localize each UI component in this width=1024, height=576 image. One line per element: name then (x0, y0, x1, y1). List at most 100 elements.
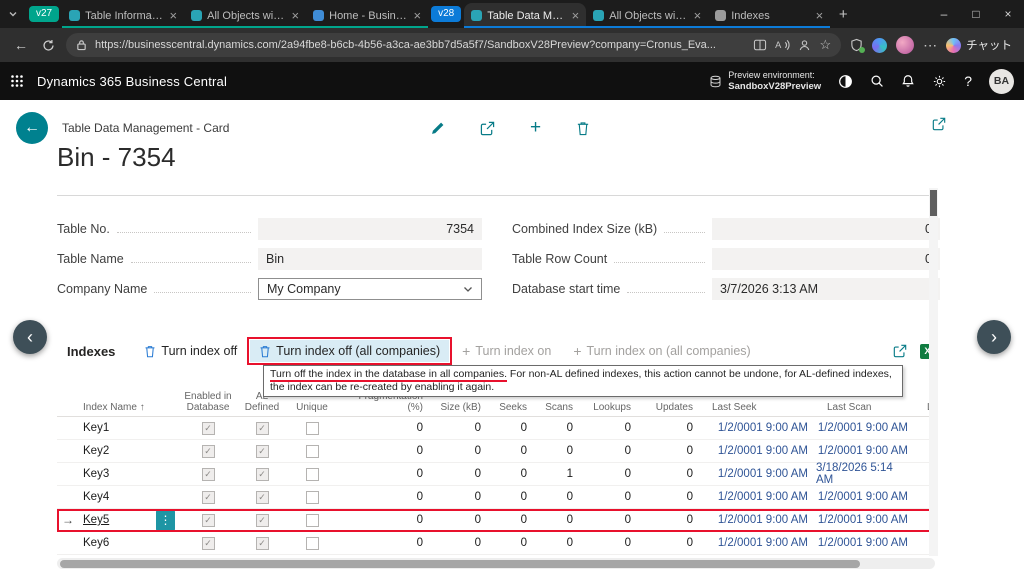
cell-fragmentation[interactable]: 0 (337, 440, 427, 462)
cell-enabled[interactable]: ✓ (179, 417, 237, 439)
tab-close-icon[interactable]: × (292, 8, 300, 23)
extension-icon[interactable] (872, 38, 887, 53)
settings-gear-icon[interactable] (932, 74, 947, 89)
user-avatar[interactable]: BA (989, 69, 1014, 94)
field-value-table_no[interactable]: 7354 (258, 218, 482, 240)
search-icon[interactable] (870, 74, 884, 88)
cell-al_defined[interactable]: ✓ (237, 463, 287, 485)
breadcrumb[interactable]: Table Data Management - Card (62, 121, 229, 135)
cell-seeks[interactable]: 0 (485, 532, 531, 554)
open-in-new-window-icon[interactable] (932, 117, 946, 131)
cell-seeks[interactable]: 0 (485, 509, 531, 531)
cell-last_scan[interactable]: 1/2/0001 9:00 AM (812, 486, 912, 508)
cell-lookups[interactable]: 0 (577, 463, 635, 485)
cell-updates[interactable]: 0 (635, 417, 697, 439)
cell-al_defined[interactable]: ✓ (237, 532, 287, 554)
tab-close-icon[interactable]: × (572, 8, 580, 23)
copilot-toggle-icon[interactable] (838, 74, 853, 89)
tab-group-badge[interactable]: v27 (29, 6, 59, 22)
app-title[interactable]: Dynamics 365 Business Central (37, 74, 227, 89)
tab-close-icon[interactable]: × (816, 8, 824, 23)
field-value-combined_index_size[interactable]: 0 (712, 218, 940, 240)
minimize-button[interactable]: – (928, 0, 960, 28)
close-button[interactable]: × (992, 0, 1024, 28)
row-context-menu-button[interactable]: ⋮ (156, 510, 175, 531)
column-header-scans[interactable]: Scans (531, 402, 577, 413)
page-back-button[interactable]: ← (16, 112, 48, 144)
cell-unique[interactable] (287, 532, 337, 554)
cell-size_kb[interactable]: 0 (427, 486, 485, 508)
action-turn-index-off[interactable]: Turn index off (135, 340, 246, 362)
cell-enabled[interactable]: ✓ (179, 486, 237, 508)
cell-enabled[interactable]: ✓ (179, 532, 237, 554)
table-row-key4[interactable]: Key4✓✓0000001/2/0001 9:00 AM1/2/0001 9:0… (57, 486, 935, 509)
table-row-key1[interactable]: Key1✓✓0000001/2/0001 9:00 AM1/2/0001 9:0… (57, 417, 935, 440)
table-row-key3[interactable]: Key3✓✓0001001/2/0001 9:00 AM3/18/2026 5:… (57, 463, 935, 486)
cell-name[interactable]: Key2 (79, 440, 179, 462)
cell-last_scan[interactable]: 1/2/0001 9:00 AM (812, 532, 912, 554)
action-turn-index-off-all-companies[interactable]: Turn index off (all companies) (250, 340, 449, 362)
delete-trash-icon[interactable] (576, 117, 590, 139)
profile-in-url-icon[interactable] (798, 39, 811, 52)
tab-close-icon[interactable]: × (694, 8, 702, 23)
cell-scans[interactable]: 0 (531, 486, 577, 508)
cell-seeks[interactable]: 0 (485, 417, 531, 439)
cell-unique[interactable] (287, 509, 337, 531)
browser-tab-table-information[interactable]: Table Information× (62, 3, 184, 28)
horizontal-scrollbar-thumb[interactable] (60, 560, 860, 568)
cell-scans[interactable]: 0 (531, 532, 577, 554)
cell-name[interactable]: Key6 (79, 532, 179, 554)
help-button[interactable]: ? (964, 73, 972, 89)
cell-size_kb[interactable]: 0 (427, 509, 485, 531)
cell-seeks[interactable]: 0 (485, 463, 531, 485)
tab-group-badge[interactable]: v28 (431, 6, 461, 22)
cell-scans[interactable]: 0 (531, 440, 577, 462)
cell-al_defined[interactable]: ✓ (237, 486, 287, 508)
environment-badge[interactable]: Preview environment:SandboxV28Preview (709, 70, 821, 92)
cell-last_seek[interactable]: 1/2/0001 9:00 AM (697, 486, 812, 508)
cell-size_kb[interactable]: 0 (427, 463, 485, 485)
column-header-enabled[interactable]: Enabled in Database (179, 391, 237, 413)
refresh-button[interactable] (39, 39, 57, 52)
cell-last_scan[interactable]: 1/2/0001 9:00 AM (812, 417, 912, 439)
cell-enabled[interactable]: ✓ (179, 440, 237, 462)
address-bar[interactable]: https://businesscentral.dynamics.com/2a9… (66, 33, 841, 57)
cell-name[interactable]: Key5⋮ (79, 509, 179, 531)
waffle-menu-icon[interactable] (10, 74, 24, 88)
column-header-updates[interactable]: Updates (635, 402, 697, 413)
field-value-table_row_count[interactable]: 0 (712, 248, 940, 270)
vertical-scrollbar-thumb[interactable] (930, 190, 937, 216)
vertical-scrollbar[interactable] (929, 188, 938, 556)
cell-scans[interactable]: 0 (531, 417, 577, 439)
column-header-name[interactable]: Index Name ↑ (79, 402, 179, 413)
browser-back-button[interactable]: ← (12, 37, 30, 53)
next-record-button[interactable]: › (977, 320, 1011, 354)
browser-tab-indexes[interactable]: Indexes× (708, 3, 830, 28)
cell-last_seek[interactable]: 1/2/0001 9:00 AM (697, 509, 812, 531)
new-tab-button[interactable]: + (830, 6, 856, 23)
column-header-last_seek[interactable]: Last Seek (697, 402, 812, 413)
table-row-key5[interactable]: →Key5⋮✓✓0000001/2/0001 9:00 AM1/2/0001 9… (57, 509, 935, 532)
horizontal-scrollbar[interactable] (57, 558, 935, 569)
cell-fragmentation[interactable]: 0 (337, 532, 427, 554)
cell-al_defined[interactable]: ✓ (237, 509, 287, 531)
favorites-star-icon[interactable]: ☆ (819, 37, 831, 53)
action-turn-index-on-all-companies[interactable]: +Turn index on (all companies) (564, 340, 759, 362)
action-turn-index-on[interactable]: +Turn index on (453, 340, 560, 362)
cell-fragmentation[interactable]: 0 (337, 463, 427, 485)
cell-lookups[interactable]: 0 (577, 486, 635, 508)
cell-unique[interactable] (287, 417, 337, 439)
browser-tab-all-objects-with-ca[interactable]: All Objects with Ca× (184, 3, 306, 28)
browser-profile-avatar[interactable] (896, 36, 914, 54)
cell-lookups[interactable]: 0 (577, 440, 635, 462)
cell-unique[interactable] (287, 463, 337, 485)
cell-last_seek[interactable]: 1/2/0001 9:00 AM (697, 532, 812, 554)
table-row-key2[interactable]: Key2✓✓0000001/2/0001 9:00 AM1/2/0001 9:0… (57, 440, 935, 463)
cell-unique[interactable] (287, 486, 337, 508)
cell-size_kb[interactable]: 0 (427, 417, 485, 439)
cell-fragmentation[interactable]: 0 (337, 486, 427, 508)
tab-close-icon[interactable]: × (414, 8, 422, 23)
column-header-size_kb[interactable]: Size (kB) (427, 402, 485, 413)
browser-essentials-icon[interactable] (850, 38, 863, 52)
cell-name[interactable]: Key4 (79, 486, 179, 508)
